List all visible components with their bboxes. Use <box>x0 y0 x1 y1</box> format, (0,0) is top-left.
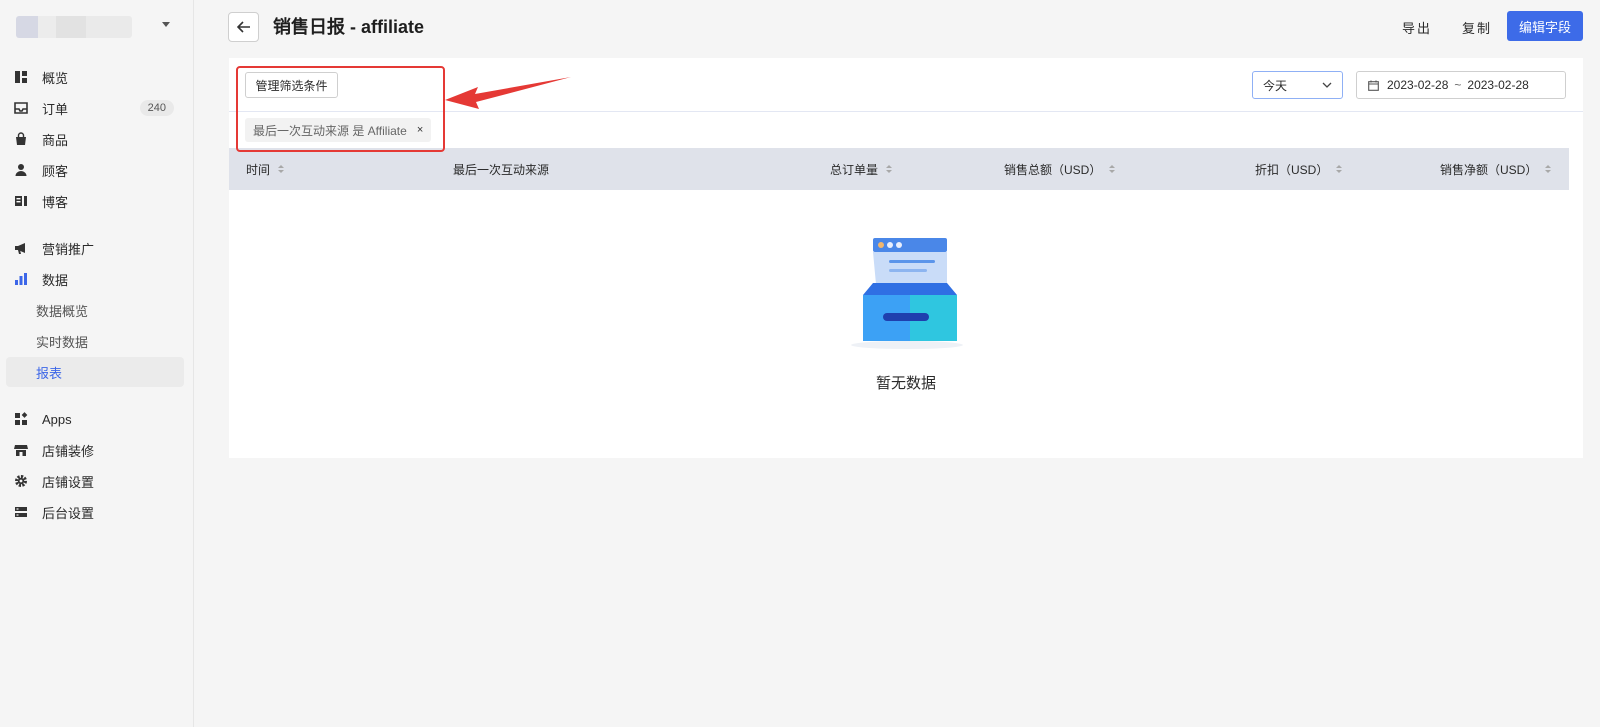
orders-count-badge: 240 <box>139 100 174 116</box>
export-button[interactable]: 导出 <box>1402 18 1432 37</box>
nav-subitem-realtime-data[interactable]: 实时数据 <box>6 326 184 356</box>
nav-item-orders[interactable]: 订单 240 <box>6 93 184 123</box>
annotation-arrow-icon <box>445 77 571 109</box>
nav-item-label: 概览 <box>42 70 69 86</box>
column-header-discounts[interactable]: 折扣（USD） <box>1255 148 1343 190</box>
edit-fields-button[interactable]: 编辑字段 <box>1507 11 1583 41</box>
sort-icon[interactable] <box>1109 165 1116 173</box>
page-title: 销售日报 - affiliate <box>273 17 425 37</box>
nav-item-label: 数据 <box>42 272 69 288</box>
nav-item-label: 后台设置 <box>42 505 95 521</box>
date-start: 2023-02-28 <box>1387 78 1449 92</box>
column-header-time[interactable]: 时间 <box>246 148 285 190</box>
calendar-icon <box>1368 80 1379 91</box>
column-label: 最后一次互动来源 <box>453 162 550 177</box>
column-header-last-touch-source: 最后一次互动来源 <box>453 148 549 190</box>
caret-down-icon <box>162 22 170 27</box>
date-end: 2023-02-28 <box>1467 78 1529 92</box>
nav-subitem-label: 报表 <box>36 365 63 381</box>
annotation-highlight-box <box>236 66 445 152</box>
dashboard-icon <box>14 70 28 84</box>
arrow-left-icon <box>236 21 250 33</box>
nav-item-data[interactable]: 数据 <box>6 264 184 294</box>
nav-item-label: 店铺设置 <box>42 474 95 490</box>
column-label: 销售总额（USD） <box>1004 162 1102 177</box>
nav-item-marketing[interactable]: 营销推广 <box>6 233 184 263</box>
nav-item-label: Apps <box>42 411 72 427</box>
nav-item-storefront-design[interactable]: 店铺装修 <box>6 435 184 465</box>
nav-item-overview[interactable]: 概览 <box>6 62 184 92</box>
sort-icon[interactable] <box>886 165 893 173</box>
sort-icon[interactable] <box>278 165 285 173</box>
column-header-total-orders[interactable]: 总订单量 <box>830 148 893 190</box>
table-header: 时间 最后一次互动来源 总订单量 销售总额（USD） 折扣（USD） 销售净额（… <box>229 148 1569 190</box>
nav-subitem-data-overview[interactable]: 数据概览 <box>6 295 184 325</box>
sort-icon[interactable] <box>1545 165 1552 173</box>
gear-icon <box>14 474 28 488</box>
chevron-down-icon <box>1322 82 1332 88</box>
nav-subitem-label: 数据概览 <box>36 303 89 319</box>
column-label: 销售净额（USD） <box>1440 162 1538 177</box>
date-range-picker[interactable]: 2023-02-28 ~ 2023-02-28 <box>1356 71 1566 99</box>
empty-state-text: 暂无数据 <box>875 375 936 392</box>
period-select-value: 今天 <box>1263 78 1288 93</box>
column-label: 折扣（USD） <box>1255 162 1329 177</box>
nav-item-admin-settings[interactable]: 后台设置 <box>6 497 184 527</box>
nav-item-label: 博客 <box>42 194 69 210</box>
nav-item-label: 商品 <box>42 132 69 148</box>
store-switcher[interactable] <box>10 12 184 40</box>
nav-item-customers[interactable]: 顾客 <box>6 155 184 185</box>
bag-icon <box>14 132 28 146</box>
copy-button[interactable]: 复制 <box>1462 18 1492 37</box>
sidebar: 概览 订单 240 商品 顾客 博客 营销推广 数据 数据概览 实时数据 报表 … <box>0 0 194 727</box>
sort-icon[interactable] <box>1336 165 1343 173</box>
inbox-icon <box>14 101 28 115</box>
megaphone-icon <box>14 241 28 255</box>
column-label: 总订单量 <box>830 162 879 177</box>
column-header-gross-sales[interactable]: 销售总额（USD） <box>1004 148 1116 190</box>
nav-item-products[interactable]: 商品 <box>6 124 184 154</box>
nav-subitem-label: 实时数据 <box>36 334 89 350</box>
server-icon <box>14 505 28 519</box>
nav-item-label: 店铺装修 <box>42 443 95 459</box>
person-icon <box>14 163 28 177</box>
bar-chart-icon <box>14 272 28 286</box>
empty-box-illustration <box>851 238 963 349</box>
column-label: 时间 <box>246 162 271 177</box>
nav-item-store-settings[interactable]: 店铺设置 <box>6 466 184 496</box>
period-select[interactable]: 今天 <box>1252 71 1343 99</box>
nav-item-label: 营销推广 <box>42 241 95 257</box>
storefront-icon <box>14 443 28 457</box>
blog-icon <box>14 194 28 208</box>
nav-item-label: 顾客 <box>42 163 69 179</box>
store-name-blurred <box>16 16 132 38</box>
back-button[interactable] <box>228 12 259 42</box>
nav-item-blog[interactable]: 博客 <box>6 186 184 216</box>
nav-item-label: 订单 <box>42 101 69 117</box>
nav-subitem-reports[interactable]: 报表 <box>6 357 184 387</box>
apps-icon <box>14 412 28 426</box>
nav-item-apps[interactable]: Apps <box>6 404 184 434</box>
column-header-net-sales[interactable]: 销售净额（USD） <box>1440 148 1552 190</box>
date-separator: ~ <box>1454 78 1462 92</box>
